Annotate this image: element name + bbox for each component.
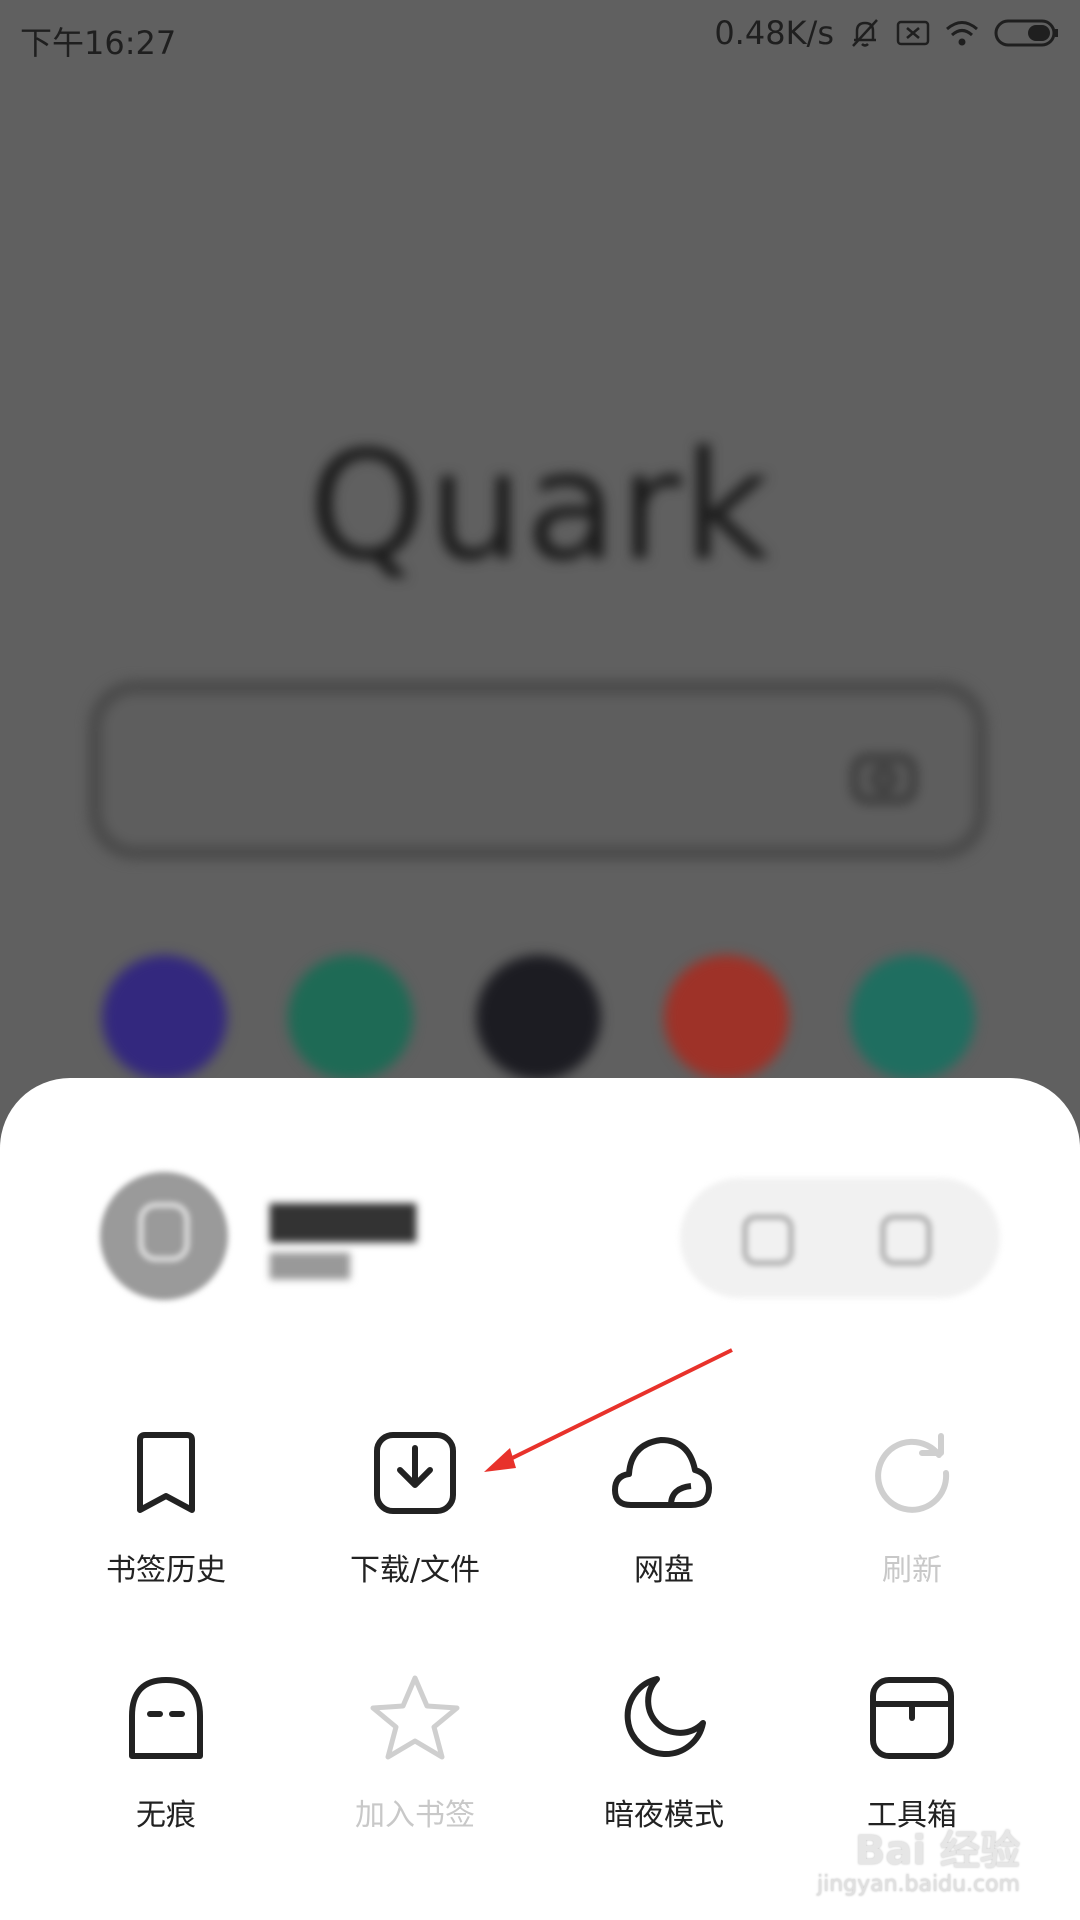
annotation-arrow — [484, 1348, 733, 1472]
watermark-logo: Bai 经验 — [854, 1828, 1020, 1874]
watermark-url: jingyan.baidu.com — [816, 1872, 1020, 1897]
